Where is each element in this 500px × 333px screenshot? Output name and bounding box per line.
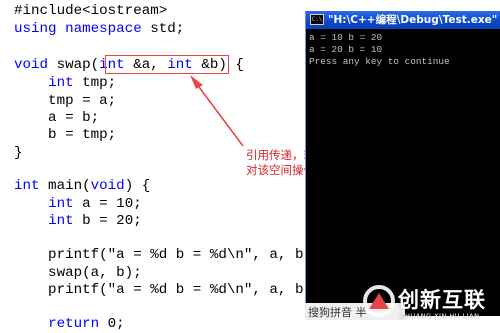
watermark: 创新互联 CHUANG XIN HU LIAN xyxy=(362,282,498,330)
watermark-logo-icon xyxy=(363,285,395,317)
console-app-icon: C:\ xyxy=(310,14,324,25)
console-titlebar[interactable]: C:\ "H:\C++编程\Debug\Test.exe" xyxy=(306,11,500,29)
console-output-line-1: a = 10 b = 20 xyxy=(309,32,383,43)
console-output-line-3: Press any key to continue xyxy=(309,56,450,67)
watermark-subtitle: CHUANG XIN HU LIAN xyxy=(400,312,480,320)
console-output-line-2: a = 20 b = 10 xyxy=(309,44,383,55)
console-window[interactable]: C:\ "H:\C++编程\Debug\Test.exe" a = 10 b =… xyxy=(305,11,500,316)
ime-status-text: 搜狗拼音 半 xyxy=(308,306,367,319)
console-title: "H:\C++编程\Debug\Test.exe" xyxy=(328,14,498,26)
watermark-name: 创新互联 xyxy=(398,288,486,312)
